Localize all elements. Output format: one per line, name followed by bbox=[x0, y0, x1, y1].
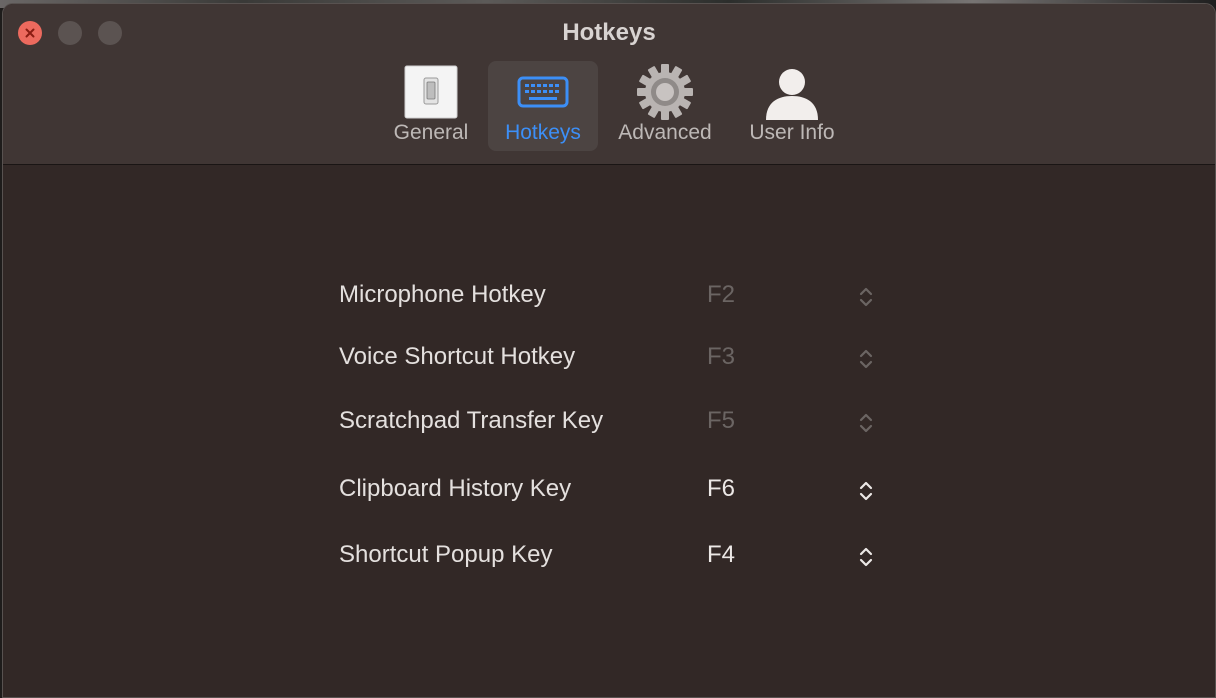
chevron-up-down-icon bbox=[859, 481, 873, 501]
chevron-up-down-icon bbox=[859, 349, 873, 369]
hotkey-value-shortcut-popup[interactable]: F4 bbox=[707, 541, 735, 569]
hotkeys-form: Microphone Hotkey F2 Voice Shortcut Hotk… bbox=[3, 4, 1215, 697]
scratchpad-transfer-key-stepper[interactable] bbox=[855, 409, 877, 437]
hotkey-label-scratchpad: Scratchpad Transfer Key bbox=[339, 407, 604, 434]
clipboard-history-key-stepper[interactable] bbox=[855, 477, 877, 505]
chevron-up-down-icon bbox=[859, 287, 873, 307]
hotkey-label-shortcut-popup: Shortcut Popup Key bbox=[339, 541, 553, 568]
voice-shortcut-hotkey-stepper[interactable] bbox=[855, 345, 877, 373]
hotkey-label-voice-shortcut: Voice Shortcut Hotkey bbox=[339, 343, 576, 370]
hotkey-value-microphone[interactable]: F2 bbox=[707, 281, 735, 309]
hotkey-label-microphone: Microphone Hotkey bbox=[339, 281, 546, 308]
microphone-hotkey-stepper[interactable] bbox=[855, 283, 877, 311]
hotkey-value-voice-shortcut[interactable]: F3 bbox=[707, 343, 735, 371]
shortcut-popup-key-stepper[interactable] bbox=[855, 543, 877, 571]
hotkey-label-clipboard-history: Clipboard History Key bbox=[339, 475, 572, 502]
chevron-up-down-icon bbox=[859, 547, 873, 567]
preferences-window: Hotkeys General Hotkeys Advanced User In… bbox=[2, 3, 1216, 698]
hotkey-value-clipboard-history[interactable]: F6 bbox=[707, 475, 735, 503]
hotkey-value-scratchpad[interactable]: F5 bbox=[707, 407, 735, 435]
chevron-up-down-icon bbox=[859, 413, 873, 433]
